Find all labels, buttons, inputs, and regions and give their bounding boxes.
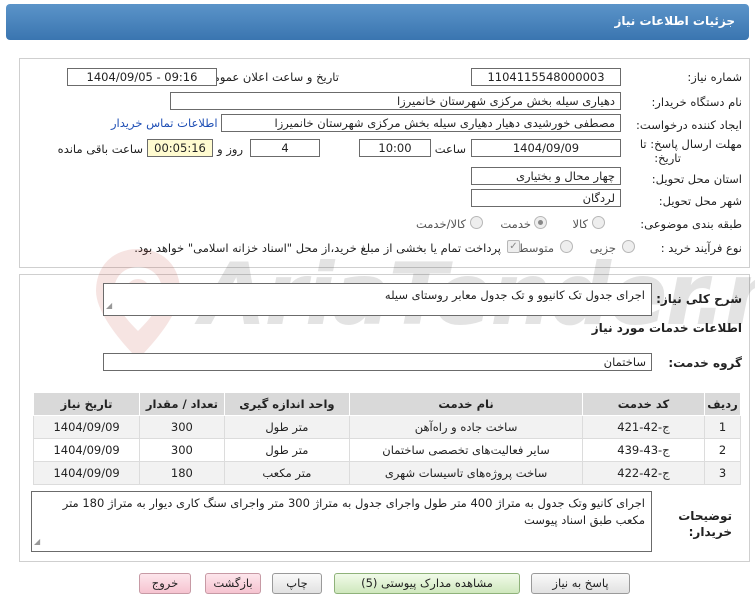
exit-button[interactable]: خروج bbox=[139, 573, 191, 594]
creator-label: ایجاد کننده درخواست: bbox=[636, 118, 742, 132]
deadline-label: مهلت ارسال پاسخ: تا bbox=[639, 137, 742, 151]
days-field[interactable]: 4 bbox=[250, 139, 320, 157]
cell-date: 1404/09/09 bbox=[32, 415, 141, 439]
process-radio-minor[interactable] bbox=[622, 240, 635, 253]
cell-row: 3 bbox=[704, 461, 741, 485]
announce-label: تاریخ و ساعت اعلان عمومی: bbox=[200, 70, 339, 84]
table-row: 2 ج-43-439 سایر فعالیت‌های تخصصی ساختمان… bbox=[32, 438, 741, 462]
cell-qty: 300 bbox=[139, 415, 225, 439]
summary-field[interactable]: اجرای جدول تک کانیوو و تک جدول معابر روس… bbox=[103, 283, 652, 316]
days-label: روز و bbox=[217, 142, 243, 156]
page-header: جزئیات اطلاعات نیاز bbox=[6, 4, 749, 40]
process-option-minor: جزیی bbox=[589, 241, 616, 255]
resize-grip-icon[interactable]: ◢ bbox=[34, 533, 40, 550]
cell-code: ج-42-421 bbox=[581, 415, 706, 439]
page-title: جزئیات اطلاعات نیاز bbox=[614, 14, 735, 28]
column-header: تاریخ نیاز bbox=[32, 392, 141, 416]
back-button[interactable]: بازگشت bbox=[205, 573, 261, 594]
summary-text: اجرای جدول تک کانیوو و تک جدول معابر روس… bbox=[384, 288, 645, 302]
cell-name: سایر فعالیت‌های تخصصی ساختمان bbox=[349, 438, 583, 462]
column-header: واحد اندازه گیری bbox=[223, 392, 351, 416]
services-section-title: اطلاعات خدمات مورد نیاز bbox=[591, 321, 742, 335]
city-label: شهر محل تحویل: bbox=[658, 194, 742, 208]
attachments-button[interactable]: مشاهده مدارک پیوستی (5) bbox=[334, 573, 520, 594]
summary-label: شرح کلی نیاز: bbox=[656, 292, 742, 306]
remaining-time-field: 00:05:16 bbox=[147, 139, 213, 157]
need-number-field[interactable]: 1104115548000003 bbox=[471, 68, 621, 86]
cell-unit: متر طول bbox=[223, 415, 351, 439]
category-label: طبقه بندی موضوعی: bbox=[640, 217, 742, 231]
category-radio-service[interactable] bbox=[534, 216, 547, 229]
buyer-notes-label-2: خریدار: bbox=[688, 525, 732, 539]
contact-link[interactable]: اطلاعات تماس خریدار bbox=[111, 116, 218, 130]
need-number-label: شماره نیاز: bbox=[687, 70, 742, 84]
category-radio-both[interactable] bbox=[470, 216, 483, 229]
print-button[interactable]: چاپ bbox=[272, 573, 322, 594]
resize-grip-icon[interactable]: ◢ bbox=[106, 297, 112, 314]
cell-code: ج-43-439 bbox=[581, 438, 706, 462]
table-row: 3 ج-42-422 ساخت پروژه‌های تاسیسات شهری م… bbox=[32, 461, 741, 485]
column-header: کد خدمت bbox=[581, 392, 706, 416]
cell-code: ج-42-422 bbox=[581, 461, 706, 485]
service-group-label: گروه خدمت: bbox=[668, 356, 742, 370]
cell-date: 1404/09/09 bbox=[32, 438, 141, 462]
cell-unit: متر طول bbox=[223, 438, 351, 462]
cell-row: 1 bbox=[704, 415, 741, 439]
creator-field[interactable]: مصطفی خورشیدی دهیار دهیاری سیله بخش مرکز… bbox=[221, 114, 621, 132]
category-option-goods: کالا bbox=[572, 217, 588, 231]
process-option-medium: متوسط bbox=[517, 241, 554, 255]
province-field[interactable]: چهار محال و بختیاری bbox=[471, 167, 621, 185]
cell-date: 1404/09/09 bbox=[32, 461, 141, 485]
process-label: نوع فرآیند خرید : bbox=[660, 241, 742, 255]
service-group-field[interactable]: ساختمان bbox=[103, 353, 652, 371]
announce-field[interactable]: 1404/09/05 - 09:16 bbox=[67, 68, 217, 86]
buyer-field[interactable]: دهیاری سیله بخش مرکزی شهرستان خانمیرزا bbox=[170, 92, 621, 110]
buyer-notes-label: توضیحات bbox=[678, 509, 732, 523]
deadline-time-label: ساعت bbox=[434, 142, 466, 156]
column-header: نام خدمت bbox=[349, 392, 583, 416]
category-option-service: خدمت bbox=[500, 217, 531, 231]
category-option-both: کالا/خدمت bbox=[415, 217, 466, 231]
city-field[interactable]: لردگان bbox=[471, 189, 621, 207]
cell-qty: 180 bbox=[139, 461, 225, 485]
deadline-date-field[interactable]: 1404/09/09 bbox=[471, 139, 621, 157]
remaining-label: ساعت باقی مانده bbox=[57, 142, 143, 156]
deadline-time-field[interactable]: 10:00 bbox=[359, 139, 431, 157]
column-header: ردیف bbox=[704, 392, 741, 416]
cell-name: ساخت پروژه‌های تاسیسات شهری bbox=[349, 461, 583, 485]
process-radio-medium[interactable] bbox=[560, 240, 573, 253]
payment-note: پرداخت تمام یا بخشی از مبلغ خرید،از محل … bbox=[134, 241, 501, 255]
table-row: 1 ج-42-421 ساخت جاده و راه‌آهن متر طول 3… bbox=[32, 415, 741, 439]
table-header-row: ردیف کد خدمت نام خدمت واحد اندازه گیری ت… bbox=[32, 392, 741, 416]
need-info-panel bbox=[19, 58, 750, 268]
treasury-checkbox[interactable]: ✓ bbox=[507, 240, 520, 253]
buyer-notes-field[interactable]: اجرای کانیو وتک جدول به متراژ 400 متر طو… bbox=[31, 491, 652, 552]
column-header: تعداد / مقدار bbox=[139, 392, 225, 416]
reply-button[interactable]: پاسخ به نیاز bbox=[531, 573, 630, 594]
deadline-label-date: تاریخ: bbox=[654, 151, 681, 165]
cell-row: 2 bbox=[704, 438, 741, 462]
cell-qty: 300 bbox=[139, 438, 225, 462]
services-table: ردیف کد خدمت نام خدمت واحد اندازه گیری ت… bbox=[32, 392, 741, 485]
province-label: استان محل تحویل: bbox=[651, 172, 742, 186]
buyer-notes-text: اجرای کانیو وتک جدول به متراژ 400 متر طو… bbox=[62, 496, 645, 527]
cell-unit: متر مکعب bbox=[223, 461, 351, 485]
cell-name: ساخت جاده و راه‌آهن bbox=[349, 415, 583, 439]
buyer-label: نام دستگاه خریدار: bbox=[651, 95, 742, 109]
category-radio-goods[interactable] bbox=[592, 216, 605, 229]
